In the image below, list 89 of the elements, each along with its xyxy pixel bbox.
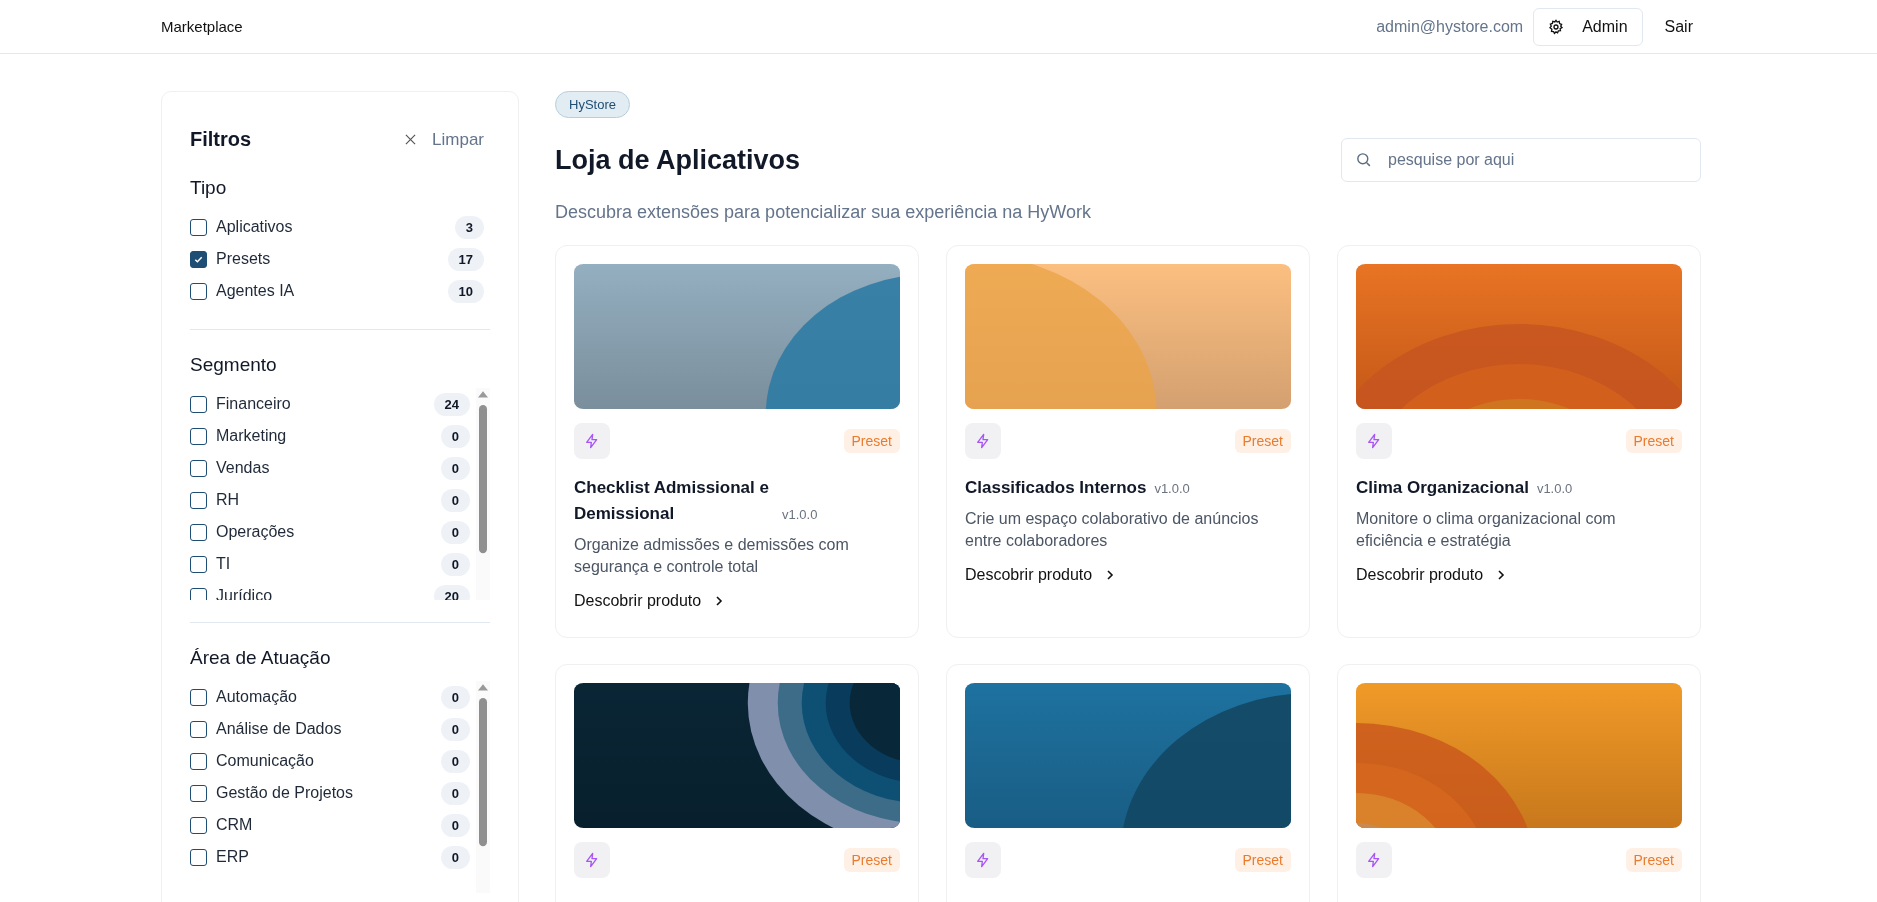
- lightning-icon: [574, 842, 610, 878]
- filter-group-title: Área de Atuação: [190, 647, 332, 669]
- filter-option[interactable]: Vendas: [216, 459, 432, 477]
- filter-option[interactable]: Análise de Dados: [216, 720, 432, 738]
- filter-option[interactable]: RH: [216, 491, 432, 509]
- scrollbar[interactable]: [476, 681, 490, 893]
- count-pill: 0: [440, 749, 470, 773]
- clear-button[interactable]: Limpar: [405, 129, 490, 150]
- filter-group-title: Segmento: [190, 354, 278, 376]
- filter-option[interactable]: Marketing: [216, 427, 432, 445]
- checkbox[interactable]: [190, 720, 207, 738]
- filter-option[interactable]: Gestão de Projetos: [216, 784, 432, 802]
- discover-link[interactable]: Descobrir produto: [1356, 566, 1508, 584]
- lightning-icon: [965, 842, 1001, 878]
- checkbox[interactable]: [190, 523, 207, 541]
- store-badge: HyStore: [555, 91, 630, 118]
- checkbox[interactable]: [190, 848, 207, 866]
- logout-button[interactable]: Sair: [1652, 9, 1705, 44]
- discover-link[interactable]: Descobrir produto: [965, 566, 1117, 584]
- checkbox[interactable]: [190, 555, 207, 573]
- filter-option[interactable]: TI: [216, 555, 432, 573]
- scrollbar[interactable]: [476, 388, 490, 600]
- checkbox[interactable]: [190, 688, 207, 706]
- user-email: admin@hystore.com: [1376, 17, 1524, 36]
- count-pill: 0: [440, 520, 470, 544]
- count-pill: 17: [447, 247, 484, 271]
- count-pill: 0: [440, 552, 470, 576]
- brand-title[interactable]: Marketplace: [161, 18, 243, 35]
- product-title[interactable]: Checklist Admissional e Demissional: [574, 475, 774, 527]
- admin-button[interactable]: Admin: [1533, 7, 1643, 46]
- checkbox[interactable]: [190, 459, 207, 477]
- lightning-icon: [1356, 842, 1392, 878]
- search-icon: [1355, 151, 1372, 168]
- filter-group-title: Tipo: [190, 177, 228, 199]
- version-label: v1.0.0: [782, 507, 818, 522]
- discover-link[interactable]: Descobrir produto: [574, 592, 726, 610]
- version-label: v1.0.0: [1154, 481, 1190, 496]
- product-description: Monitore o clima organizacional com eficiência e estratégia: [1356, 509, 1617, 551]
- checkbox[interactable]: [190, 218, 207, 236]
- filter-option[interactable]: Aplicativos: [216, 218, 446, 236]
- type-tag: Preset: [1234, 848, 1291, 872]
- filter-option[interactable]: Financeiro: [216, 395, 425, 413]
- count-pill: 0: [440, 845, 470, 869]
- close-icon: [405, 134, 417, 145]
- count-pill: 0: [440, 685, 470, 709]
- product-description: Organize admissões e demissões com segurança e controle total: [574, 535, 850, 577]
- gear-icon: [1548, 18, 1565, 35]
- page-subtitle: Descubra extensões para potencializar sua experiência na HyWork: [555, 202, 1092, 223]
- count-pill: 0: [440, 456, 470, 480]
- count-pill: 10: [447, 279, 484, 303]
- type-tag: Preset: [1625, 429, 1682, 453]
- filter-option[interactable]: CRM: [216, 816, 432, 834]
- type-tag: Preset: [843, 429, 900, 453]
- count-pill: 3: [454, 215, 484, 239]
- filters-title: Filtros: [190, 128, 252, 151]
- lightning-icon: [1356, 423, 1392, 459]
- count-pill: 0: [440, 488, 470, 512]
- checkbox[interactable]: [190, 816, 207, 834]
- product-title[interactable]: Classificados Internos: [965, 475, 1147, 501]
- filter-option[interactable]: Comunicação: [216, 752, 432, 770]
- page-title: Loja de Aplicativos: [555, 144, 801, 176]
- checkbox[interactable]: [190, 752, 207, 770]
- search-field[interactable]: pesquise por aqui: [1341, 138, 1701, 182]
- checkbox[interactable]: [190, 491, 207, 509]
- filter-option[interactable]: ERP: [216, 848, 432, 866]
- count-pill: 24: [433, 392, 470, 416]
- count-pill: 0: [440, 424, 470, 448]
- checkbox[interactable]: [190, 395, 207, 413]
- product-description: Crie um espaço colaborativo de anúncios entre colaboradores: [965, 509, 1260, 551]
- product-title[interactable]: Clima Organizacional: [1356, 475, 1529, 501]
- type-tag: Preset: [843, 848, 900, 872]
- lightning-icon: [574, 423, 610, 459]
- type-tag: Preset: [1625, 848, 1682, 872]
- count-pill: 20: [433, 584, 470, 600]
- count-pill: 0: [440, 717, 470, 741]
- checkbox[interactable]: [190, 784, 207, 802]
- count-pill: 0: [440, 781, 470, 805]
- checkbox[interactable]: [190, 250, 207, 268]
- checkbox[interactable]: [190, 282, 207, 300]
- version-label: v1.0.0: [1536, 481, 1573, 496]
- checkbox[interactable]: [190, 587, 207, 600]
- count-pill: 0: [440, 813, 470, 837]
- lightning-icon: [965, 423, 1001, 459]
- checkbox[interactable]: [190, 427, 207, 445]
- filter-option[interactable]: Automação: [216, 688, 432, 706]
- type-tag: Preset: [1234, 429, 1291, 453]
- filter-option[interactable]: Presets: [216, 250, 439, 268]
- filter-option[interactable]: Agentes IA: [216, 282, 439, 300]
- filter-option[interactable]: Operações: [216, 523, 432, 541]
